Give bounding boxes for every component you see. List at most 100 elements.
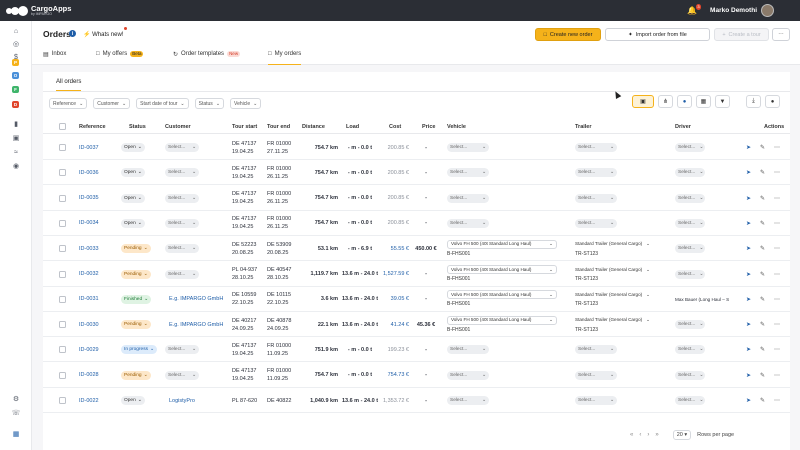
table-row[interactable]: ID-0037 Open ⌄ Select... ⌄ DE 47137 19.04.25 FR… [43, 135, 790, 160]
status-badge[interactable]: Pending ⌄ [121, 370, 151, 380]
edit-icon[interactable]: ✎ [760, 397, 765, 404]
customer-link[interactable]: LogistyPro [169, 398, 195, 404]
avatar[interactable] [761, 4, 774, 17]
download-button[interactable]: ⤓ [746, 95, 761, 108]
table-row[interactable]: ID-0029 In progress ⌄ Select... ⌄ DE 47137 19.… [43, 337, 790, 363]
sidebar-item-d[interactable]: D [12, 101, 19, 108]
table-row[interactable]: ID-0035 Open ⌄ Select... ⌄ DE 47137 19.04.25 FR… [43, 186, 790, 211]
send-icon[interactable]: ➤ [746, 372, 751, 379]
more-icon[interactable]: ⋯ [774, 195, 780, 202]
customer-select[interactable]: Select... ⌄ [165, 193, 199, 203]
send-icon[interactable]: ➤ [746, 296, 751, 303]
order-reference-link[interactable]: ID-0037 [79, 145, 99, 151]
row-checkbox[interactable] [59, 295, 66, 303]
send-icon[interactable]: ➤ [746, 144, 751, 151]
edit-icon[interactable]: ✎ [760, 220, 765, 227]
trailer-select[interactable]: Select... ⌄ [575, 193, 617, 203]
col-status[interactable]: Status [129, 124, 146, 130]
status-badge[interactable]: Pending ⌄ [121, 320, 151, 330]
more-icon[interactable]: ⋯ [774, 245, 780, 252]
vehicle-select[interactable]: Volvo FH 500 (40t Standard Long Haul) ⌄ [447, 239, 557, 249]
row-checkbox[interactable] [59, 169, 66, 177]
trailer-select[interactable]: Select... ⌄ [575, 345, 617, 355]
filter-start-date[interactable]: Start date of tour ⌄ [136, 98, 189, 109]
select-all-checkbox[interactable] [59, 123, 66, 130]
edit-icon[interactable]: ✎ [760, 296, 765, 303]
table-row[interactable]: ID-0028 Pending ⌄ Select... ⌄ DE 47137 19.04.2… [43, 363, 790, 388]
edit-icon[interactable]: ✎ [760, 321, 765, 328]
driver-select[interactable]: Select... ⌄ [675, 218, 705, 228]
row-checkbox[interactable] [59, 144, 66, 151]
table-row[interactable]: ID-0022 Open ⌄ LogistyPro PL 87-620 DE 40822 1… [43, 388, 790, 413]
row-checkbox[interactable] [59, 321, 66, 329]
row-checkbox[interactable] [59, 270, 66, 278]
col-customer[interactable]: Customer [165, 124, 191, 130]
table-row[interactable]: ID-0031 Finished ⌄ E.g. IMPARGO GmbH DE 1055… [43, 287, 790, 312]
last-page-icon[interactable]: » [655, 432, 658, 438]
status-badge[interactable]: Open ⌄ [121, 168, 145, 178]
status-badge[interactable]: In progress ⌄ [121, 345, 158, 355]
send-icon[interactable]: ➤ [746, 397, 751, 404]
truck-icon[interactable]: ▣ [10, 133, 22, 143]
notifications-bell-icon[interactable]: 🔔 3 [686, 3, 702, 17]
edit-icon[interactable]: ✎ [760, 346, 765, 353]
info-button[interactable]: ● [677, 95, 692, 108]
row-checkbox[interactable] [59, 245, 66, 253]
more-icon[interactable]: ⋯ [774, 220, 780, 227]
driver-select[interactable]: Select... ⌄ [675, 143, 705, 152]
table-row[interactable]: ID-0036 Open ⌄ Select... ⌄ DE 47137 19.04.25 FR… [43, 160, 790, 186]
filter-customer[interactable]: Customer ⌄ [93, 98, 131, 109]
trailer-select[interactable]: Standard Trailer (General Cargo) ⌄ [575, 240, 650, 249]
customer-select[interactable]: Select... ⌄ [165, 244, 199, 254]
order-reference-link[interactable]: ID-0028 [79, 372, 99, 378]
customer-link[interactable]: E.g. IMPARGO GmbH [169, 296, 223, 302]
route-button[interactable]: ⋔ [658, 95, 673, 108]
status-badge[interactable]: Open ⌄ [121, 193, 145, 203]
more-options-button[interactable]: ⋯ [772, 28, 790, 41]
trailer-select[interactable]: Standard Trailer (General Cargo) ⌄ [575, 290, 650, 299]
status-badge[interactable]: Finished ⌄ [121, 294, 152, 304]
edit-icon[interactable]: ✎ [760, 169, 765, 176]
trailer-select[interactable]: Select... ⌄ [575, 168, 617, 178]
whats-new-link[interactable]: ⚡ Whats new! [83, 31, 124, 38]
col-vehicle[interactable]: Vehicle [447, 124, 466, 130]
status-badge[interactable]: Pending ⌄ [121, 244, 151, 254]
col-load[interactable]: Load [346, 124, 359, 130]
create-tour-button[interactable]: + Create a tour [714, 28, 769, 41]
customer-select[interactable]: Select... ⌄ [165, 269, 199, 279]
filter-reference[interactable]: Reference ⌄ [49, 98, 88, 109]
driver-select[interactable]: Select... ⌄ [675, 320, 705, 330]
status-badge[interactable]: Pending ⌄ [121, 269, 151, 279]
order-reference-link[interactable]: ID-0036 [79, 170, 99, 176]
send-icon[interactable]: ➤ [746, 346, 751, 353]
vehicle-select[interactable]: Volvo FH 500 (40t Standard Long Haul) ⌄ [447, 290, 557, 300]
table-row[interactable]: ID-0030 Pending ⌄ E.g. IMPARGO GmbH DE 40217… [43, 312, 790, 338]
more-icon[interactable]: ⋯ [774, 321, 780, 328]
send-icon[interactable]: ➤ [746, 195, 751, 202]
more-icon[interactable]: ⋯ [774, 346, 780, 353]
trailer-select[interactable]: Select... ⌄ [575, 396, 617, 405]
customer-select[interactable]: Select... ⌄ [165, 370, 199, 380]
row-checkbox[interactable] [59, 397, 66, 404]
customer-select[interactable]: Select... ⌄ [165, 168, 199, 178]
rows-per-page-select[interactable]: 20 ▾ [672, 430, 692, 440]
tab-inbox[interactable]: ▤ Inbox [43, 51, 66, 65]
status-badge[interactable]: Open ⌄ [121, 218, 145, 228]
order-reference-link[interactable]: ID-0034 [79, 220, 99, 226]
trailer-select[interactable]: Standard Trailer (General Cargo) ⌄ [575, 316, 650, 325]
info-icon[interactable]: i [69, 30, 76, 37]
order-reference-link[interactable]: ID-0029 [79, 347, 99, 353]
book-icon[interactable]: ▮ [10, 119, 22, 129]
edit-icon[interactable]: ✎ [760, 271, 765, 278]
table-row[interactable]: ID-0032 Pending ⌄ Select... ⌄ PL 04-937 28.10.… [43, 262, 790, 287]
truck-view-button[interactable]: ▣ [632, 95, 654, 108]
handshake-icon[interactable]: ≈ [10, 147, 22, 157]
create-order-button[interactable]: □ Create new order [535, 28, 601, 41]
user-name[interactable]: Marko Demothi [710, 7, 757, 14]
sidebar-item-f[interactable]: F [12, 86, 19, 93]
import-order-button[interactable]: ✦ Import order from file [605, 28, 710, 41]
user-button[interactable]: ● [765, 95, 780, 108]
driver-select[interactable]: Select... ⌄ [675, 269, 705, 279]
row-checkbox[interactable] [59, 371, 66, 379]
send-icon[interactable]: ➤ [746, 245, 751, 252]
